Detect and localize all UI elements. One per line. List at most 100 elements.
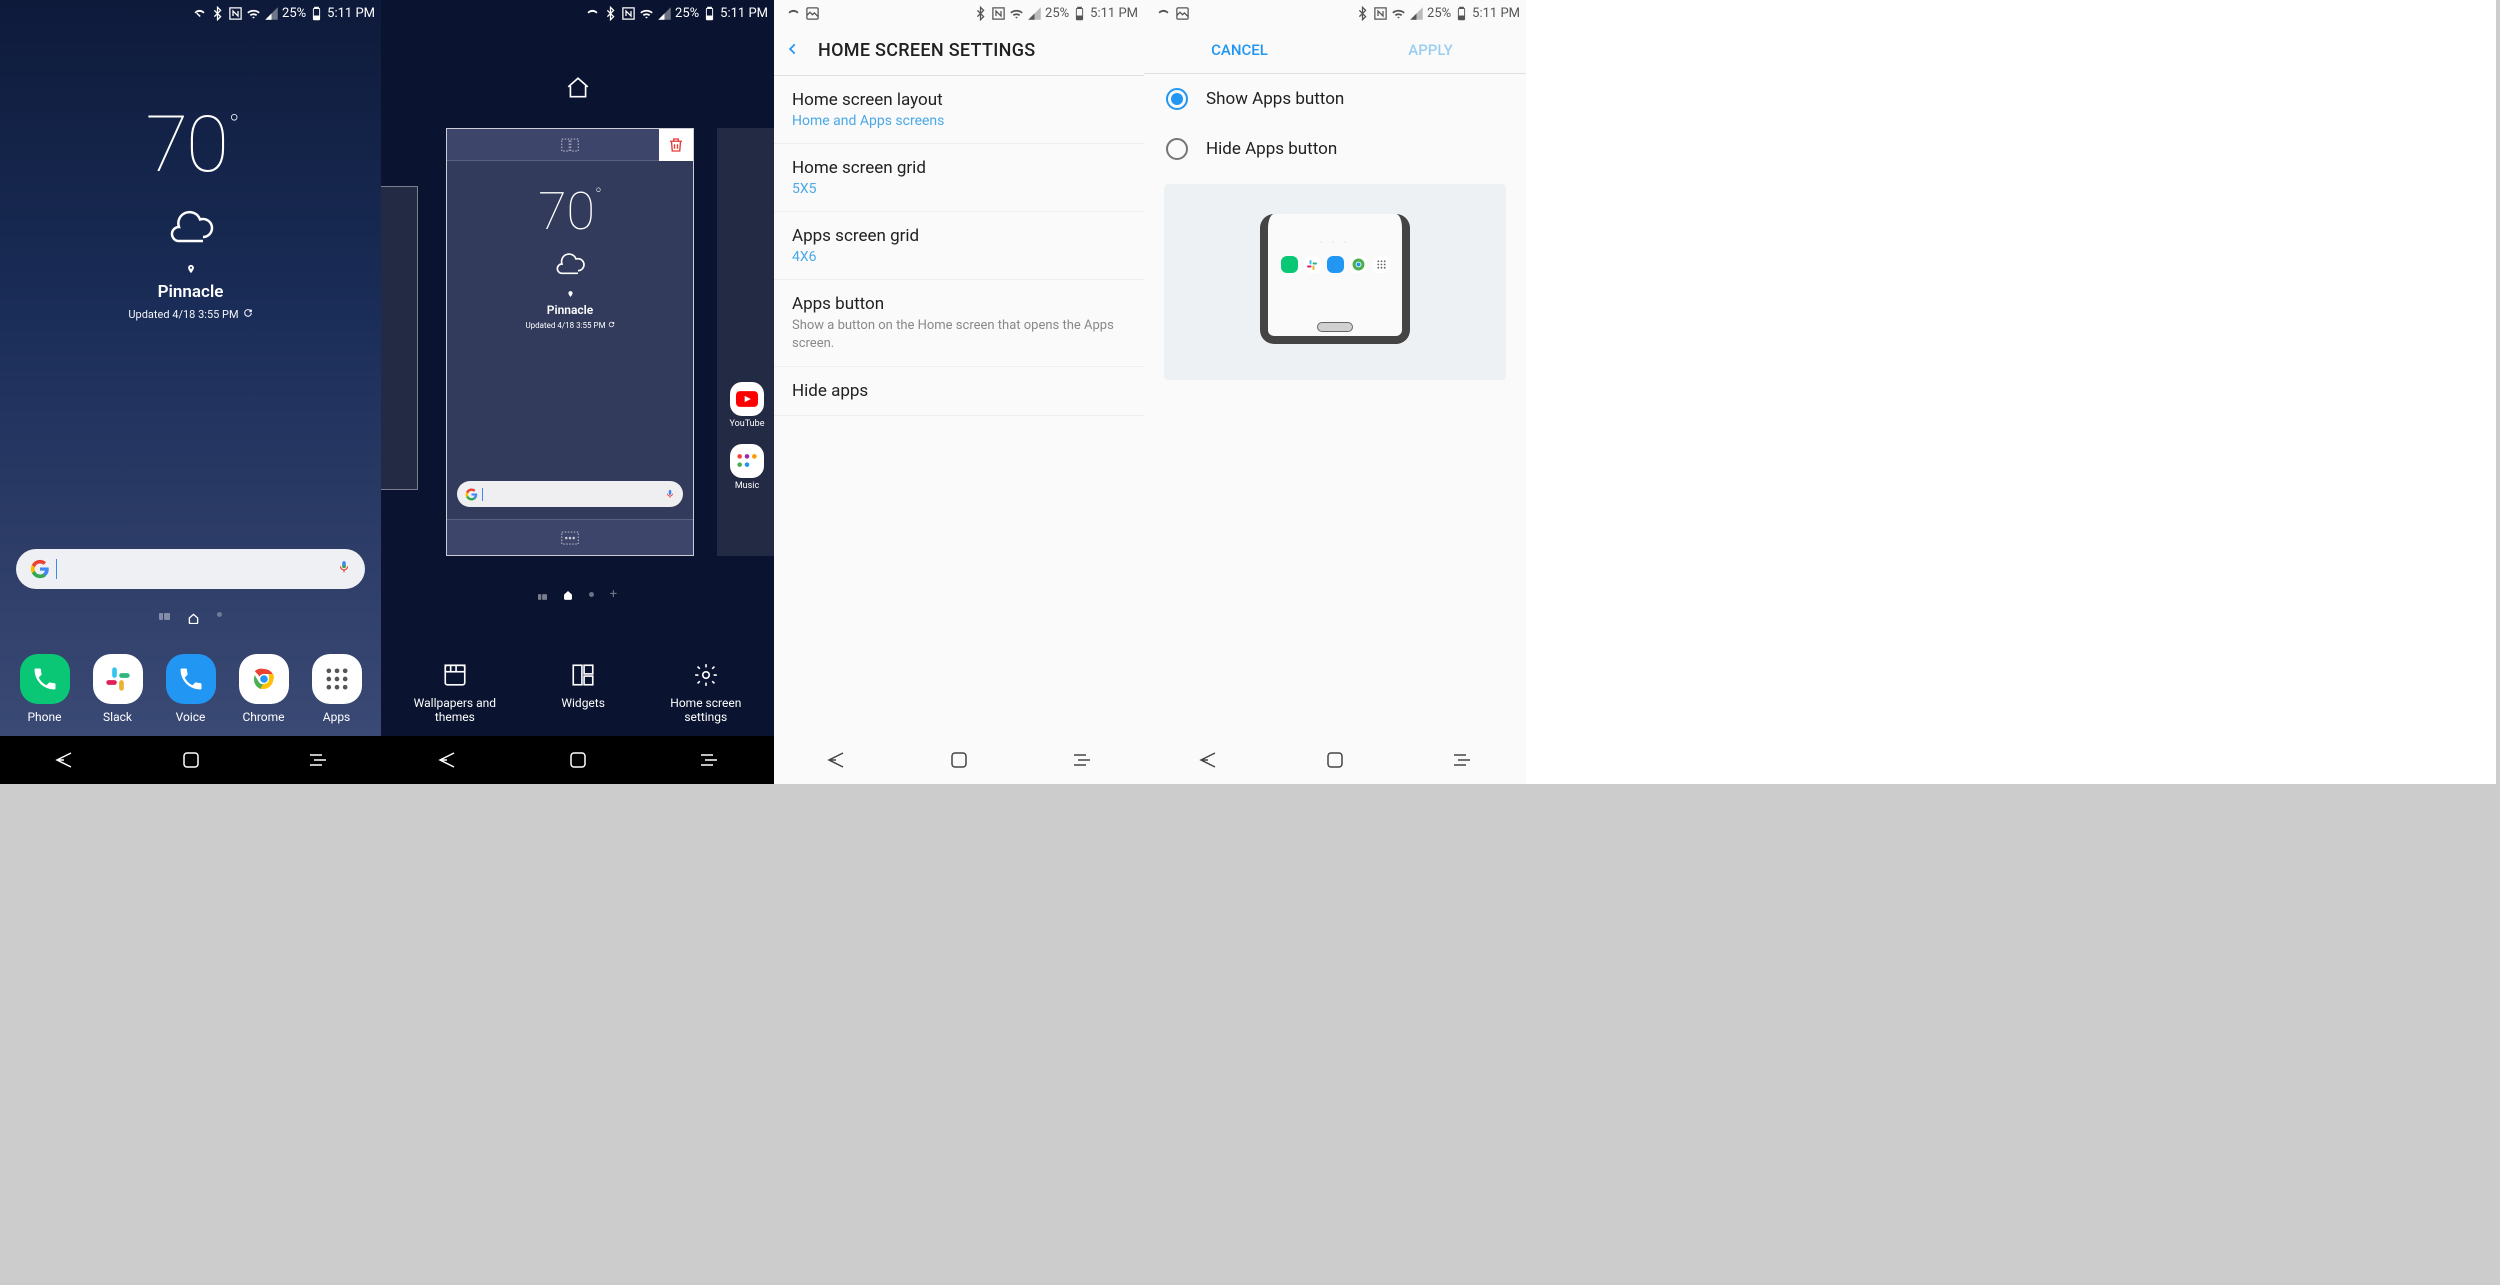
radio-off-icon <box>1166 138 1188 160</box>
wifi-icon <box>639 6 654 21</box>
back-button[interactable] <box>435 748 459 772</box>
radio-show-apps[interactable]: Show Apps button <box>1144 74 1526 124</box>
youtube-icon <box>730 382 764 416</box>
page-thumbnail[interactable]: 70° Pinnacle Updated 4/18 3:55 PM <box>446 128 694 556</box>
preview-apps-icon <box>1373 256 1390 273</box>
phone-app[interactable]: Phone <box>20 654 70 724</box>
apply-button[interactable]: APPLY <box>1335 26 1526 73</box>
preview-page-dots: · · · <box>1268 238 1402 247</box>
wifi-calling-icon <box>1156 6 1171 21</box>
weather-widget[interactable]: 70° Pinnacle Updated 4/18 3:55 PM <box>0 100 381 321</box>
apps-drawer[interactable]: Apps <box>312 654 362 724</box>
preview-dock <box>1268 256 1402 273</box>
home-button[interactable] <box>947 748 971 772</box>
nfc-icon <box>621 6 636 21</box>
home-button[interactable] <box>566 748 590 772</box>
bixby-page-icon <box>538 585 547 604</box>
battery-icon <box>1072 6 1087 21</box>
chrome-app[interactable]: Chrome <box>239 654 289 724</box>
delete-page-button[interactable] <box>659 129 693 161</box>
nfc-icon <box>991 6 1006 21</box>
preview-slack-icon <box>1304 256 1321 273</box>
slack-app[interactable]: Slack <box>93 654 143 724</box>
wallpapers-icon <box>442 662 468 688</box>
google-search-bar[interactable] <box>16 549 365 589</box>
home-button[interactable] <box>179 748 203 772</box>
nav-bar <box>1144 736 1526 784</box>
preview-home-button <box>1317 322 1353 332</box>
home-screen: 25% 5:11 PM 70° Pinnacle Updated 4/18 3:… <box>0 0 381 784</box>
bluetooth-icon <box>973 6 988 21</box>
preview-panel: · · · <box>1164 184 1506 380</box>
refresh-icon[interactable] <box>243 308 253 321</box>
battery-percent: 25% <box>1045 6 1069 21</box>
bluetooth-icon <box>210 6 225 21</box>
wallpapers-button[interactable]: Wallpapers andthemes <box>414 662 496 724</box>
home-button[interactable] <box>1323 748 1347 772</box>
status-bar: 25% 5:11 PM <box>774 0 1144 26</box>
widget-drop-zone-bottom[interactable] <box>447 519 693 555</box>
phone-label: Phone <box>27 710 61 724</box>
settings-title: HOME SCREEN SETTINGS <box>818 40 1035 61</box>
recents-button[interactable] <box>1450 748 1474 772</box>
updated-text: Updated 4/18 3:55 PM <box>0 308 381 321</box>
back-button[interactable] <box>1196 748 1220 772</box>
youtube-app[interactable]: YouTube <box>728 382 766 429</box>
cancel-button[interactable]: CANCEL <box>1144 26 1335 73</box>
add-page-icon[interactable]: + <box>610 592 617 597</box>
dialog-actions: CANCEL APPLY <box>1144 26 1526 74</box>
recents-button[interactable] <box>1070 748 1094 772</box>
edit-actions: Wallpapers andthemes Widgets Home screen… <box>381 662 774 724</box>
search-cursor <box>56 559 57 579</box>
clock: 5:11 PM <box>1472 6 1520 21</box>
home-settings-button[interactable]: Home screensettings <box>670 662 741 724</box>
google-g-icon <box>30 559 50 579</box>
set-as-home-icon[interactable] <box>565 75 591 105</box>
set-hide-apps[interactable]: Hide apps <box>774 367 1144 416</box>
widgets-button[interactable]: Widgets <box>561 662 605 724</box>
voice-app[interactable]: Voice <box>166 654 216 724</box>
nav-bar <box>774 736 1144 784</box>
preview-voice-icon <box>1327 256 1344 273</box>
back-button[interactable] <box>52 748 76 772</box>
voice-icon <box>166 654 216 704</box>
recents-button[interactable] <box>697 748 721 772</box>
music-app[interactable]: Music <box>728 444 766 491</box>
back-button[interactable] <box>824 748 848 772</box>
wifi-icon <box>246 6 261 21</box>
chrome-label: Chrome <box>242 710 284 724</box>
nfc-icon <box>1373 6 1388 21</box>
phone-preview: · · · <box>1260 214 1410 344</box>
battery-icon <box>1454 6 1469 21</box>
left-page-peek[interactable] <box>381 186 418 490</box>
edit-page-indicator: + <box>381 585 774 604</box>
wifi-calling-icon <box>192 6 207 21</box>
recents-button[interactable] <box>306 748 330 772</box>
status-bar: 25% 5:11 PM <box>1144 0 1526 26</box>
set-layout[interactable]: Home screen layout Home and Apps screens <box>774 76 1144 144</box>
right-page-peek[interactable]: YouTube Music <box>717 128 774 556</box>
widget-drop-zone-top[interactable] <box>447 129 693 161</box>
apps-button-dialog: 25% 5:11 PM CANCEL APPLY Show Apps butto… <box>1144 0 1526 784</box>
home-page-icon <box>563 585 573 604</box>
back-chevron-icon[interactable] <box>786 38 800 64</box>
battery-percent: 25% <box>1427 6 1451 21</box>
set-home-grid[interactable]: Home screen grid 5X5 <box>774 144 1144 212</box>
gear-icon <box>693 662 719 688</box>
signal-icon <box>1409 6 1424 21</box>
battery-icon <box>702 6 717 21</box>
radio-hide-apps[interactable]: Hide Apps button <box>1144 124 1526 174</box>
status-bar: 25% 5:11 PM <box>0 0 381 26</box>
status-bar: 25% 5:11 PM <box>381 0 774 26</box>
screenshot-icon <box>1175 6 1190 21</box>
home-edit-screen: 25% 5:11 PM 70° Pinnacle Updated 4/18 3:… <box>381 0 774 784</box>
set-apps-button[interactable]: Apps button Show a button on the Home sc… <box>774 280 1144 367</box>
cloud-icon <box>166 209 216 245</box>
mic-icon[interactable] <box>337 559 351 579</box>
bixby-page-icon <box>159 605 170 624</box>
battery-icon <box>309 6 324 21</box>
bluetooth-icon <box>1355 6 1370 21</box>
set-apps-grid[interactable]: Apps screen grid 4X6 <box>774 212 1144 280</box>
signal-icon <box>264 6 279 21</box>
widgets-icon <box>570 662 596 688</box>
